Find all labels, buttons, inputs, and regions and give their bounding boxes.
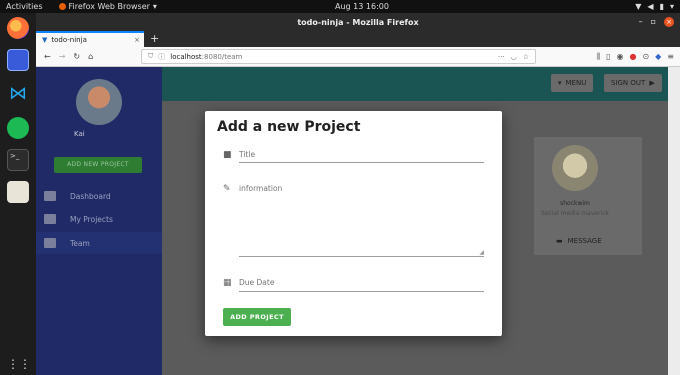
user-name: Kai bbox=[74, 130, 85, 138]
dashboard-icon bbox=[44, 191, 56, 201]
library-icon[interactable]: ⫼ bbox=[596, 52, 600, 62]
sidebar-icon[interactable]: ▯ bbox=[606, 52, 610, 62]
extension-icon[interactable]: ● bbox=[629, 52, 636, 62]
url-text: localhost:8080/team bbox=[170, 53, 242, 61]
url-actions: ··· ◡ ☆ bbox=[498, 53, 529, 61]
firefox-icon bbox=[58, 3, 66, 10]
account-icon[interactable]: ◉ bbox=[616, 52, 623, 62]
vuetify-icon: ▼ bbox=[42, 36, 48, 44]
files-icon[interactable] bbox=[7, 49, 29, 71]
system-tray[interactable]: ▼ ◀ ▮ ▾ bbox=[635, 2, 674, 11]
information-textarea[interactable]: information ◢ bbox=[239, 184, 484, 257]
title-placeholder: Title bbox=[239, 150, 256, 159]
text-editor-icon[interactable] bbox=[7, 181, 29, 203]
sidebar-item-label: Dashboard bbox=[70, 191, 111, 201]
scrollbar[interactable] bbox=[668, 67, 680, 375]
team-member-card: shockwim Social media maverick ▬ MESSAGE bbox=[534, 137, 642, 255]
add-new-project-button[interactable]: ADD NEW PROJECT bbox=[54, 157, 142, 173]
reload-icon[interactable]: ↻ bbox=[73, 52, 80, 61]
sign-out-button[interactable]: SIGN OUT ▶ bbox=[604, 74, 662, 92]
activities-button[interactable]: Activities bbox=[6, 2, 43, 11]
tab-bar: ▼ todo-ninja × + bbox=[36, 31, 680, 47]
team-icon bbox=[44, 238, 56, 248]
sign-out-label: SIGN OUT bbox=[611, 79, 646, 87]
tab-close-icon[interactable]: × bbox=[134, 36, 140, 44]
app-menu-label: Firefox Web Browser bbox=[68, 2, 150, 11]
firefox-icon[interactable] bbox=[7, 17, 29, 39]
message-label: MESSAGE bbox=[567, 237, 602, 245]
minimize-icon[interactable]: – bbox=[639, 17, 643, 27]
wifi-icon: ▼ bbox=[635, 2, 642, 11]
team-member-name: shockwim bbox=[560, 200, 590, 207]
due-date-placeholder: Due Date bbox=[239, 278, 275, 287]
clock[interactable]: Aug 13 16:00 bbox=[335, 2, 389, 11]
folder-icon: ■ bbox=[223, 150, 232, 160]
caret-down-icon: ▾ bbox=[558, 79, 562, 87]
information-placeholder: information bbox=[239, 184, 283, 193]
avatar bbox=[76, 79, 122, 125]
window-title-bar: todo-ninja - Mozilla Firefox – ▫ × bbox=[36, 13, 680, 31]
dock: ⋈ >_ ⋮⋮⋮ bbox=[0, 13, 43, 375]
url-bar[interactable]: ⛉ ⓘ localhost:8080/team ··· ◡ ☆ bbox=[141, 49, 536, 64]
tab-todo-ninja[interactable]: ▼ todo-ninja × bbox=[36, 31, 144, 47]
exit-icon: ▶ bbox=[649, 79, 655, 87]
url-path: :8080/team bbox=[201, 52, 243, 61]
window-controls: – ▫ × bbox=[639, 17, 674, 27]
sidebar-item-my-projects[interactable]: My Projects bbox=[36, 208, 162, 230]
message-icon: ▬ bbox=[556, 237, 563, 245]
avatar bbox=[552, 145, 598, 191]
resize-handle-icon[interactable]: ◢ bbox=[479, 249, 484, 256]
info-icon: ⓘ bbox=[158, 52, 166, 61]
caret-down-icon: ▾ bbox=[152, 2, 157, 11]
close-icon[interactable]: × bbox=[664, 17, 674, 27]
vscode-icon[interactable]: ⋈ bbox=[7, 83, 29, 105]
shield-icon: ⛉ bbox=[148, 52, 154, 60]
add-project-dialog: Add a new Project ■ Title ✎ information … bbox=[205, 111, 502, 336]
navigation-drawer: Kai ADD NEW PROJECT Dashboard My Project… bbox=[36, 67, 162, 375]
menu-button[interactable]: ▾ MENU bbox=[551, 74, 594, 92]
sidebar-item-label: Team bbox=[70, 238, 90, 248]
bookmark-star-icon[interactable]: ☆ bbox=[523, 53, 529, 61]
new-tab-button[interactable]: + bbox=[150, 32, 159, 45]
home-icon[interactable]: ⌂ bbox=[88, 52, 93, 61]
pocket-icon[interactable]: ◡ bbox=[511, 53, 517, 61]
dialog-title: Add a new Project bbox=[217, 119, 361, 135]
volume-icon: ◀ bbox=[647, 2, 654, 11]
system-top-bar: Activities Firefox Web Browser ▾ Aug 13 … bbox=[0, 0, 680, 13]
due-date-field[interactable]: Due Date bbox=[239, 278, 484, 292]
spotify-icon[interactable] bbox=[7, 117, 29, 139]
sidebar-item-dashboard[interactable]: Dashboard bbox=[36, 185, 162, 207]
terminal-icon[interactable]: >_ bbox=[7, 149, 29, 171]
url-host: localhost bbox=[170, 52, 202, 61]
hamburger-menu-icon[interactable]: ≡ bbox=[667, 52, 674, 62]
back-icon[interactable]: ← bbox=[44, 52, 51, 61]
toolbar-extensions: ⫼ ▯ ◉ ● ⊙ ◆ ≡ bbox=[596, 52, 674, 62]
message-button[interactable]: ▬ MESSAGE bbox=[556, 237, 602, 245]
caret-down-icon: ▾ bbox=[669, 2, 674, 11]
folder-icon bbox=[44, 214, 56, 224]
sidebar-item-label: My Projects bbox=[70, 214, 113, 224]
maximize-icon[interactable]: ▫ bbox=[651, 17, 656, 27]
calendar-icon: ▦ bbox=[223, 278, 232, 288]
sidebar-item-team[interactable]: Team bbox=[36, 232, 162, 254]
more-icon[interactable]: ··· bbox=[498, 53, 505, 61]
title-field[interactable]: Title bbox=[239, 150, 484, 163]
pencil-icon: ✎ bbox=[223, 184, 231, 194]
battery-icon: ▮ bbox=[659, 2, 664, 11]
forward-icon[interactable]: → bbox=[59, 52, 66, 61]
menu-button-label: MENU bbox=[565, 79, 587, 87]
tab-label: todo-ninja bbox=[51, 36, 87, 44]
extension-icon[interactable]: ◆ bbox=[655, 52, 661, 62]
show-apps-icon[interactable]: ⋮⋮⋮ bbox=[7, 353, 43, 375]
navigation-toolbar: ← → ↻ ⌂ ⛉ ⓘ localhost:8080/team ··· ◡ ☆ … bbox=[36, 47, 680, 67]
window-title: todo-ninja - Mozilla Firefox bbox=[297, 17, 419, 27]
extension-icon[interactable]: ⊙ bbox=[642, 52, 649, 62]
team-member-role: Social media maverick bbox=[541, 210, 609, 217]
app-menu[interactable]: Firefox Web Browser ▾ bbox=[58, 2, 157, 11]
add-project-button[interactable]: ADD PROJECT bbox=[223, 308, 291, 326]
